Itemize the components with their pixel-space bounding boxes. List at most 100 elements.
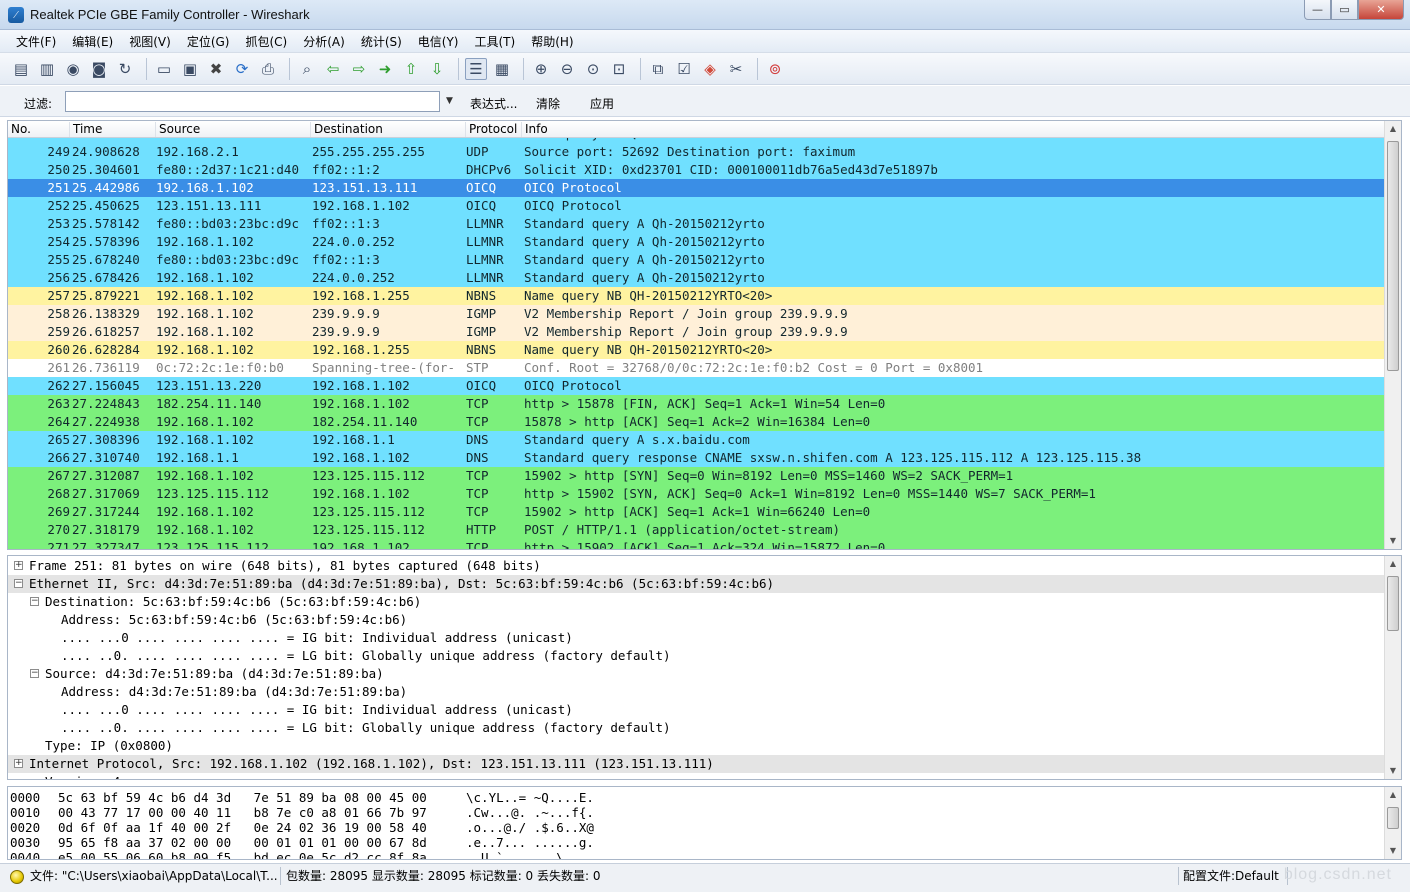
menu-item-2[interactable]: 视图(V) bbox=[121, 33, 179, 50]
preferences-icon[interactable]: ✂ bbox=[725, 58, 747, 80]
close-file-icon[interactable]: ✖ bbox=[205, 58, 227, 80]
column-header-time[interactable]: Time bbox=[70, 122, 156, 137]
clear-filter-button[interactable]: 清除 bbox=[536, 95, 560, 112]
packet-row[interactable]: 257 25.879221 192.168.1.102 192.168.1.255 NB… bbox=[8, 287, 1385, 305]
packet-row[interactable]: 249 24.908628 192.168.2.1 255.255.255.255 UD… bbox=[8, 143, 1385, 161]
options-icon[interactable]: ▥ bbox=[36, 58, 58, 80]
hex-row[interactable]: 0010 00 43 77 17 00 00 40 11 b8 7e c0 a8 … bbox=[8, 805, 1385, 820]
detail-node[interactable]: − Ethernet II, Src: d4:3d:7e:51:89:ba (d4… bbox=[8, 575, 1385, 593]
packet-row[interactable]: 250 25.304601 fe80::2d37:1c21:d40 ff02::1:2… bbox=[8, 161, 1385, 179]
go-last-icon[interactable]: ⇩ bbox=[426, 58, 448, 80]
coloring-rules-icon[interactable]: ◈ bbox=[699, 58, 721, 80]
display-filters-icon[interactable]: ☑ bbox=[673, 58, 695, 80]
zoom-in-icon[interactable]: ⊕ bbox=[530, 58, 552, 80]
go-back-icon[interactable]: ⇦ bbox=[322, 58, 344, 80]
menu-item-5[interactable]: 分析(A) bbox=[295, 33, 353, 50]
packet-row[interactable]: 256 25.678426 192.168.1.102 224.0.0.252 LLMN… bbox=[8, 269, 1385, 287]
packet-row[interactable]: 261 26.736119 0c:72:2c:1e:f0:b0 Spanning-tr… bbox=[8, 359, 1385, 377]
collapse-icon[interactable]: − bbox=[14, 579, 23, 588]
detail-node[interactable]: Address: 5c:63:bf:59:4c:b6 (5c:63:bf:59:… bbox=[8, 611, 1385, 629]
packet-row[interactable]: 267 27.312087 192.168.1.102 123.125.115.112… bbox=[8, 467, 1385, 485]
packet-row[interactable]: 260 26.628284 192.168.1.102 192.168.1.255 NB… bbox=[8, 341, 1385, 359]
detail-node[interactable]: .... ...0 .... .... .... .... = IG bit: … bbox=[8, 701, 1385, 719]
scroll-up-icon[interactable]: ▲ bbox=[1385, 787, 1401, 803]
packet-list-scrollbar[interactable]: ▲ ▼ bbox=[1384, 121, 1401, 549]
menu-item-9[interactable]: 帮助(H) bbox=[523, 33, 581, 50]
expand-icon[interactable]: + bbox=[14, 759, 23, 768]
menu-item-7[interactable]: 电信(Y) bbox=[410, 33, 467, 50]
hex-row[interactable]: 0030 95 65 f8 aa 37 02 00 00 00 01 01 01 … bbox=[8, 835, 1385, 850]
open-file-icon[interactable]: ▭ bbox=[153, 58, 175, 80]
packet-row[interactable]: 254 25.578396 192.168.1.102 224.0.0.252 LLMN… bbox=[8, 233, 1385, 251]
packet-row[interactable]: 252 25.450625 123.151.13.111 192.168.1.102 O… bbox=[8, 197, 1385, 215]
menu-item-1[interactable]: 编辑(E) bbox=[64, 33, 121, 50]
scroll-thumb[interactable] bbox=[1387, 576, 1399, 631]
capture-filters-icon[interactable]: ⧉ bbox=[647, 58, 669, 80]
display-filter-input[interactable] bbox=[65, 91, 440, 112]
expert-info-indicator-icon[interactable] bbox=[10, 870, 24, 884]
detail-node[interactable]: + Internet Protocol, Src: 192.168.1.102 (… bbox=[8, 755, 1385, 773]
scroll-up-icon[interactable]: ▲ bbox=[1385, 121, 1401, 137]
column-header-destination[interactable]: Destination bbox=[311, 122, 466, 137]
scroll-thumb[interactable] bbox=[1387, 807, 1399, 829]
help-icon[interactable]: ⊚ bbox=[764, 58, 786, 80]
hex-row[interactable]: 0040 e5 00 55 06 60 b8 09 f5 bd ec 0e 5c … bbox=[8, 850, 1385, 859]
packet-row[interactable]: 251 25.442986 192.168.1.102 123.151.13.111 O… bbox=[8, 179, 1385, 197]
menu-item-0[interactable]: 文件(F) bbox=[8, 33, 64, 50]
find-packet-icon[interactable]: ⌕ bbox=[296, 58, 318, 80]
restart-capture-icon[interactable]: ↻ bbox=[114, 58, 136, 80]
stop-capture-icon[interactable]: ◙ bbox=[88, 58, 110, 80]
column-header-info[interactable]: Info bbox=[522, 122, 1385, 137]
collapse-icon[interactable]: − bbox=[30, 669, 39, 678]
menu-item-4[interactable]: 抓包(C) bbox=[237, 33, 295, 50]
zoom-normal-icon[interactable]: ⊙ bbox=[582, 58, 604, 80]
zoom-out-icon[interactable]: ⊖ bbox=[556, 58, 578, 80]
column-header-source[interactable]: Source bbox=[156, 122, 311, 137]
colorize-icon[interactable]: ☰ bbox=[465, 57, 487, 80]
scroll-down-icon[interactable]: ▼ bbox=[1385, 763, 1401, 779]
packet-row[interactable]: 262 27.156045 123.151.13.220 192.168.1.102 O… bbox=[8, 377, 1385, 395]
save-file-icon[interactable]: ▣ bbox=[179, 58, 201, 80]
detail-node[interactable]: Type: IP (0x0800) bbox=[8, 737, 1385, 755]
print-icon[interactable]: ⎙ bbox=[257, 58, 279, 80]
hex-row[interactable]: 0000 5c 63 bf 59 4c b6 d4 3d 7e 51 89 ba … bbox=[8, 790, 1385, 805]
detail-node[interactable]: − Destination: 5c:63:bf:59:4c:b6 (5c:63:b… bbox=[8, 593, 1385, 611]
hex-row[interactable]: 0020 0d 6f 0f aa 1f 40 00 2f 0e 24 02 36 … bbox=[8, 820, 1385, 835]
maximize-button[interactable]: ▭ bbox=[1331, 0, 1358, 20]
detail-node[interactable]: .... ..0. .... .... .... .... = LG bit: … bbox=[8, 719, 1385, 737]
apply-filter-button[interactable]: 应用 bbox=[590, 95, 614, 112]
packet-row[interactable]: 268 27.317069 123.125.115.112 192.168.1.102… bbox=[8, 485, 1385, 503]
go-forward-icon[interactable]: ⇨ bbox=[348, 58, 370, 80]
detail-node[interactable]: + Frame 251: 81 bytes on wire (648 bits),… bbox=[8, 557, 1385, 575]
minimize-button[interactable]: — bbox=[1304, 0, 1331, 20]
reload-icon[interactable]: ⟳ bbox=[231, 58, 253, 80]
menu-item-8[interactable]: 工具(T) bbox=[467, 33, 524, 50]
packet-row[interactable]: 271 27.327347 123.125.115.112 192.168.1.102… bbox=[8, 539, 1385, 549]
packet-row[interactable]: 270 27.318179 192.168.1.102 123.125.115.112… bbox=[8, 521, 1385, 539]
packet-row[interactable]: 255 25.678240 fe80::bd03:23bc:d9c ff02::1:3… bbox=[8, 251, 1385, 269]
status-profile[interactable]: 配置文件:Default bbox=[1178, 867, 1288, 885]
scroll-down-icon[interactable]: ▼ bbox=[1385, 843, 1401, 859]
menu-item-3[interactable]: 定位(G) bbox=[179, 33, 238, 50]
details-scrollbar[interactable]: ▲ ▼ bbox=[1384, 556, 1401, 779]
resize-columns-icon[interactable]: ⊡ bbox=[608, 58, 630, 80]
column-header-no[interactable]: No. bbox=[8, 122, 70, 137]
bytes-scrollbar[interactable]: ▲ ▼ bbox=[1384, 787, 1401, 859]
packet-row[interactable]: 258 26.138329 192.168.1.102 239.9.9.9 IGMP V2… bbox=[8, 305, 1385, 323]
packet-row[interactable]: 264 27.224938 192.168.1.102 182.254.11.140 T… bbox=[8, 413, 1385, 431]
packet-row[interactable]: 266 27.310740 192.168.1.1 192.168.1.102 DNS S… bbox=[8, 449, 1385, 467]
expression-button[interactable]: 表达式... bbox=[470, 95, 517, 112]
detail-node[interactable]: − Source: d4:3d:7e:51:89:ba (d4:3d:7e:51:… bbox=[8, 665, 1385, 683]
scroll-thumb[interactable] bbox=[1387, 141, 1399, 371]
close-button[interactable]: ✕ bbox=[1358, 0, 1404, 20]
autoscroll-icon[interactable]: ▦ bbox=[491, 58, 513, 80]
go-to-packet-icon[interactable]: ➜ bbox=[374, 58, 396, 80]
interfaces-icon[interactable]: ▤ bbox=[10, 58, 32, 80]
packet-row[interactable]: 259 26.618257 192.168.1.102 239.9.9.9 IGMP V2… bbox=[8, 323, 1385, 341]
column-header-protocol[interactable]: Protocol bbox=[466, 122, 522, 137]
packet-row[interactable]: 263 27.224843 182.254.11.140 192.168.1.102 T… bbox=[8, 395, 1385, 413]
scroll-up-icon[interactable]: ▲ bbox=[1385, 556, 1401, 572]
collapse-icon[interactable]: − bbox=[30, 597, 39, 606]
detail-node[interactable]: .... ...0 .... .... .... .... = IG bit: … bbox=[8, 629, 1385, 647]
detail-node[interactable]: .... ..0. .... .... .... .... = LG bit: … bbox=[8, 647, 1385, 665]
